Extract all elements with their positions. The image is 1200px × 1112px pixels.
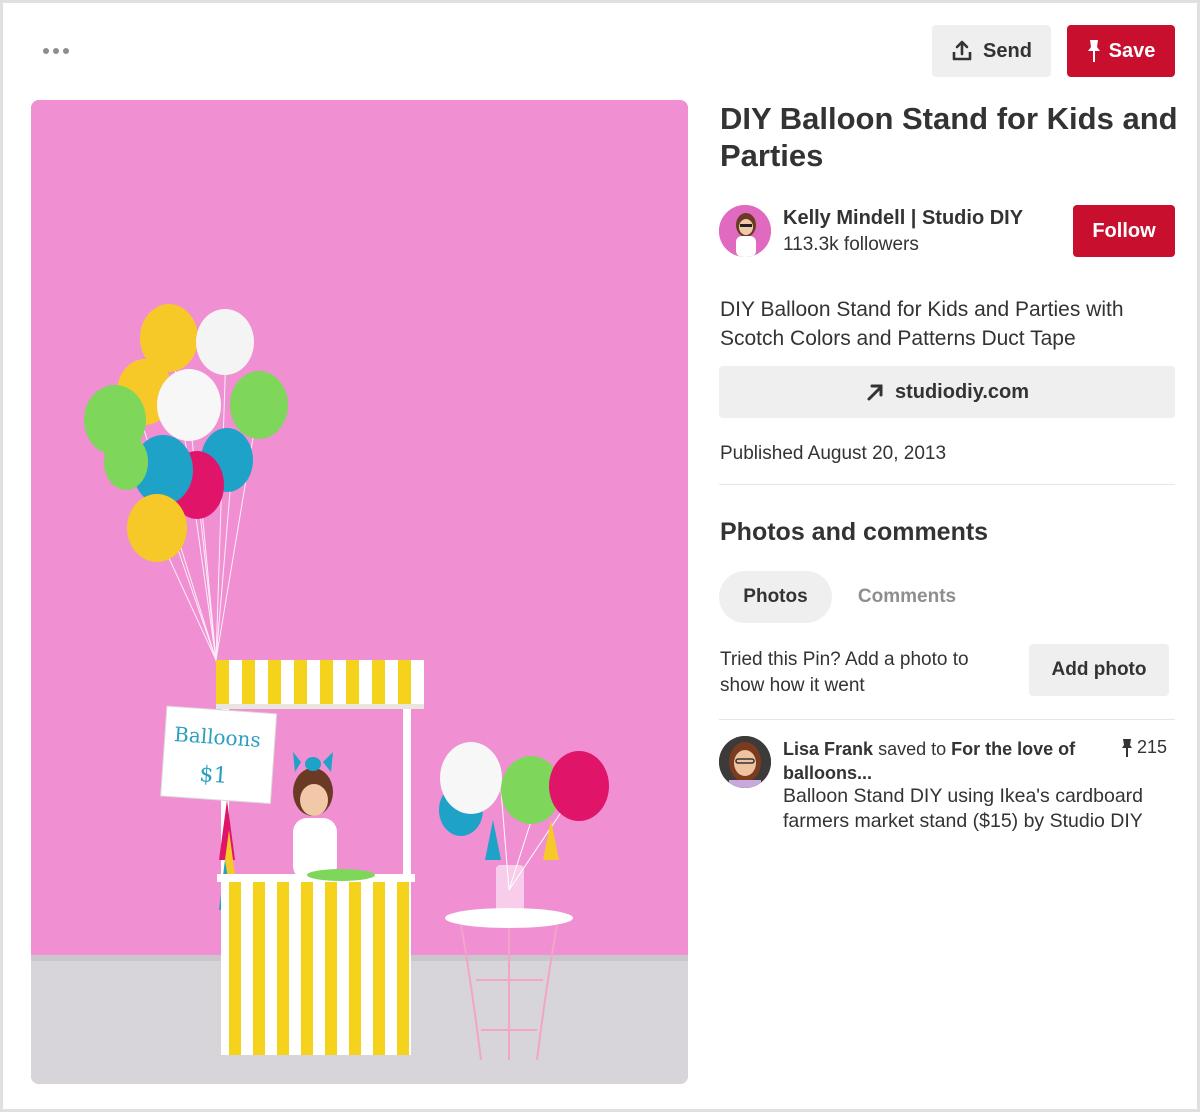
pin-title: DIY Balloon Stand for Kids and Parties (720, 101, 1178, 173)
activity-saved-to: saved to (878, 739, 947, 759)
source-link-button[interactable]: studiodiy.com (719, 366, 1175, 418)
arrow-up-right-icon (867, 384, 883, 401)
more-options-icon[interactable] (43, 44, 73, 58)
pin-description: DIY Balloon Stand for Kids and Parties w… (720, 298, 1124, 350)
author-followers: 113.3k followers (783, 234, 919, 255)
sign-text-line2: $1 (199, 762, 229, 789)
published-date: Published August 20, 2013 (720, 443, 947, 464)
send-button[interactable]: Send (932, 25, 1051, 77)
activity-description: Balloon Stand DIY using Ikea's cardboard… (783, 785, 1144, 832)
save-label: Save (1108, 39, 1156, 62)
source-link-label: studiodiy.com (894, 380, 1030, 403)
pin-image[interactable]: Balloons $1 (31, 100, 688, 1084)
pin-icon (1122, 738, 1132, 757)
send-label: Send (983, 39, 1032, 62)
author-avatar[interactable] (719, 205, 771, 257)
tab-comments[interactable]: Comments (839, 571, 975, 623)
pin-icon (1087, 40, 1100, 62)
save-count-value: 215 (1137, 737, 1168, 757)
activity-saved-line: Lisa Frank saved to For the love of ball… (783, 737, 1113, 785)
activity-user-name[interactable]: Lisa Frank (783, 739, 873, 759)
follow-button[interactable]: Follow (1073, 205, 1175, 257)
photos-comments-title: Photos and comments (720, 518, 989, 546)
pin-closeup-card: Send Save Balloons $1 DIY Balloon Stand … (0, 0, 1200, 1112)
tried-pin-prompt: Tried this Pin? Add a photo to show how … (720, 649, 969, 696)
divider (719, 484, 1175, 485)
add-photo-button[interactable]: Add photo (1029, 644, 1169, 696)
upload-share-icon (952, 40, 972, 61)
activity-user-avatar[interactable] (719, 736, 771, 788)
save-count: 215 (1121, 737, 1167, 758)
tab-photos[interactable]: Photos (719, 571, 832, 623)
author-name[interactable]: Kelly Mindell | Studio DIY (783, 207, 1023, 230)
save-button[interactable]: Save (1067, 25, 1175, 77)
divider (719, 719, 1175, 720)
